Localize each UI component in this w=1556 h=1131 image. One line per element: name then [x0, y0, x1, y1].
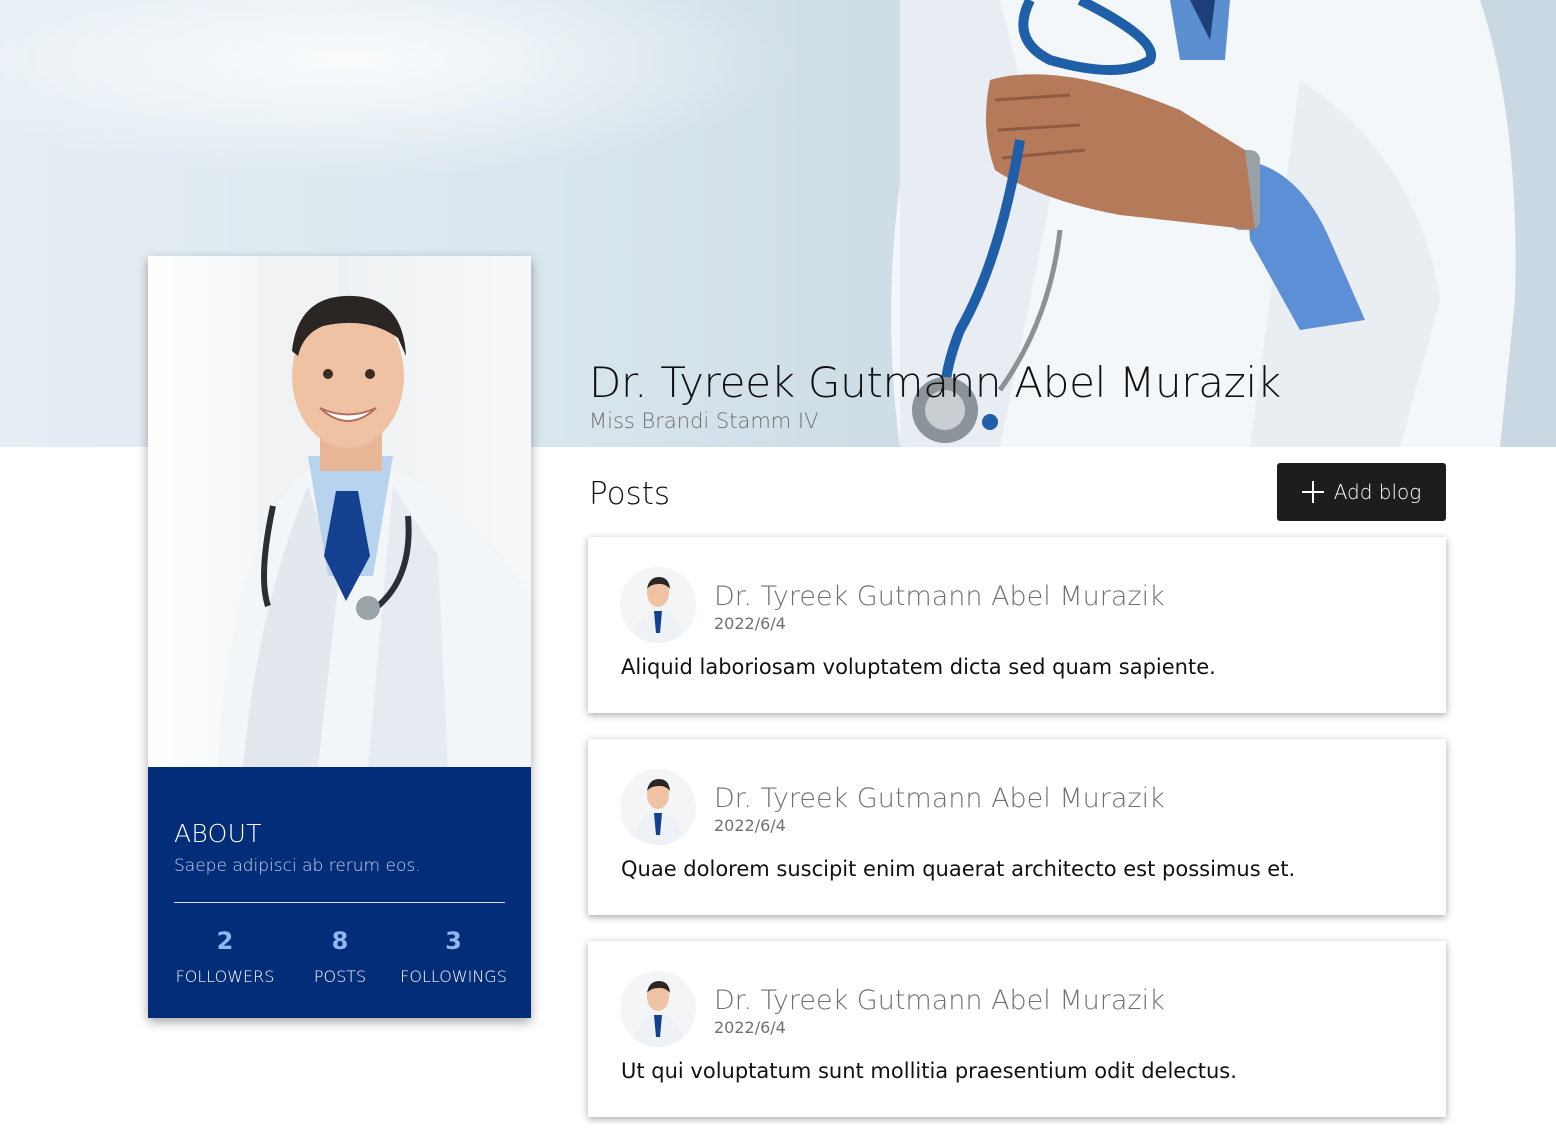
- about-text: Saepe adipisci ab rerum eos.: [174, 856, 421, 876]
- about-panel: ABOUT Saepe adipisci ab rerum eos. 2 FOL…: [148, 767, 531, 1018]
- add-blog-button[interactable]: Add blog: [1277, 463, 1446, 521]
- post-author[interactable]: Dr. Tyreek Gutmann Abel Murazik: [714, 783, 1165, 814]
- stat-value: 2: [216, 927, 234, 955]
- posts-heading: Posts: [589, 476, 671, 512]
- profile-photo: [148, 256, 531, 767]
- post-date: 2022/6/4: [714, 614, 786, 633]
- post-author[interactable]: Dr. Tyreek Gutmann Abel Murazik: [714, 985, 1165, 1016]
- plus-icon: [1301, 481, 1324, 503]
- profile-card: ABOUT Saepe adipisci ab rerum eos. 2 FOL…: [148, 256, 531, 1018]
- profile-name: Dr. Tyreek Gutmann Abel Murazik: [589, 358, 1281, 407]
- post-body: Quae dolorem suscipit enim quaerat archi…: [621, 857, 1296, 881]
- post-card[interactable]: Dr. Tyreek Gutmann Abel Murazik 2022/6/4…: [588, 739, 1446, 915]
- post-date: 2022/6/4: [714, 1018, 786, 1037]
- stat-posts[interactable]: 8 POSTS: [285, 927, 395, 986]
- post-card[interactable]: Dr. Tyreek Gutmann Abel Murazik 2022/6/4…: [588, 537, 1446, 713]
- post-body: Aliquid laboriosam voluptatem dicta sed …: [621, 655, 1216, 679]
- stat-label: FOLLOWINGS: [400, 967, 507, 986]
- post-card[interactable]: Dr. Tyreek Gutmann Abel Murazik 2022/6/4…: [588, 941, 1446, 1117]
- post-author[interactable]: Dr. Tyreek Gutmann Abel Murazik: [714, 581, 1165, 612]
- about-title: ABOUT: [174, 819, 262, 848]
- stat-label: FOLLOWERS: [175, 967, 275, 986]
- stat-followers[interactable]: 2 FOLLOWERS: [170, 927, 280, 986]
- post-body: Ut qui voluptatum sunt mollitia praesent…: [621, 1059, 1237, 1083]
- add-blog-label: Add blog: [1333, 480, 1422, 504]
- stat-value: 8: [331, 927, 349, 955]
- author-avatar[interactable]: [620, 769, 696, 845]
- author-avatar[interactable]: [620, 567, 696, 643]
- profile-subtitle: Miss Brandi Stamm IV: [589, 409, 819, 433]
- about-divider: [174, 902, 505, 903]
- stat-value: 3: [445, 927, 462, 955]
- author-avatar[interactable]: [620, 971, 696, 1047]
- post-date: 2022/6/4: [714, 816, 786, 835]
- stat-label: POSTS: [313, 967, 367, 986]
- stat-followings[interactable]: 3 FOLLOWINGS: [396, 927, 511, 986]
